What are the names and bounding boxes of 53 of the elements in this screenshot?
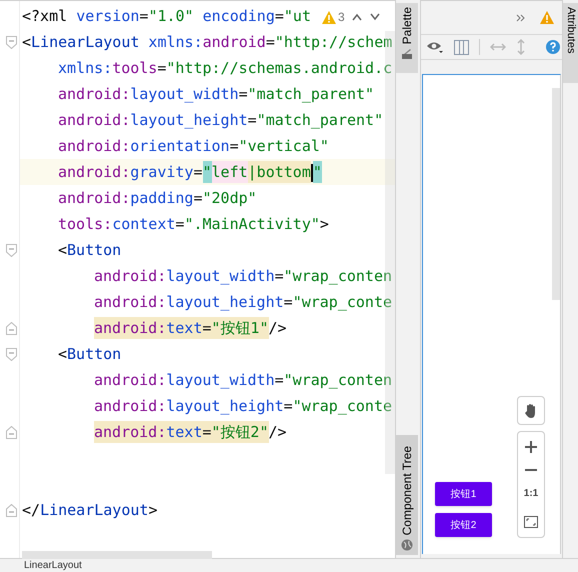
fold-icon[interactable]	[6, 348, 17, 361]
next-icon[interactable]	[368, 13, 381, 21]
columns-icon[interactable]	[454, 40, 469, 54]
code-line: xmlns:tools="http://schemas.android.c	[58, 58, 392, 79]
code-line: tools:context=".MainActivity">	[58, 214, 329, 235]
preview-button[interactable]: 按钮1	[435, 482, 492, 506]
fold-icon[interactable]	[6, 322, 17, 335]
globe-icon	[401, 539, 413, 551]
palette-icon	[401, 48, 413, 60]
code-line: android:orientation="vertical"	[58, 136, 329, 157]
canvas-scrollbar[interactable]	[552, 88, 560, 300]
fold-icon[interactable]	[6, 504, 17, 517]
fold-icon[interactable]	[6, 36, 17, 49]
component-tree-label: Component Tree	[399, 446, 415, 535]
code-line: <?xml version="1.0" encoding="ut	[22, 6, 311, 27]
attributes-label: Attributes	[564, 7, 577, 54]
text-caret	[310, 164, 313, 182]
warning-count: 3	[338, 9, 345, 26]
eye-icon[interactable]	[426, 40, 444, 54]
code-line: android:layout_width="wrap_conten	[94, 266, 392, 287]
code-line: android:layout_height="wrap_conte	[94, 292, 392, 313]
help-icon[interactable]	[546, 40, 560, 54]
code-line: android:layout_width="match_parent"	[58, 84, 374, 105]
code-line: android:padding="20dp"	[58, 188, 257, 209]
hand-icon	[524, 402, 538, 418]
code-line: android:layout_width="wrap_conten	[94, 370, 392, 391]
code-line: <LinearLayout xmlns:android="http://schem	[22, 32, 392, 53]
code-line: <Button	[58, 240, 122, 261]
code-line: android:text="按钮1"/>	[94, 316, 287, 340]
code-line: android:layout_height="wrap_conte	[94, 396, 392, 417]
code-line: <Button	[58, 344, 122, 365]
pan-button[interactable]	[517, 396, 545, 425]
actual-size-button[interactable]: 1:1	[524, 486, 538, 502]
code-line: android:gravity="left|bottom"	[58, 160, 322, 184]
warning-icon[interactable]	[540, 11, 554, 24]
horizontal-arrows-icon[interactable]	[490, 42, 506, 52]
zoom-out-icon[interactable]	[525, 468, 537, 472]
warning-icon[interactable]	[322, 10, 336, 24]
code-line: android:text="按钮2"/>	[94, 420, 287, 444]
fold-icon[interactable]	[6, 244, 17, 257]
fit-screen-icon[interactable]	[524, 516, 538, 528]
vertical-arrows-icon[interactable]	[516, 39, 526, 55]
horizontal-scrollbar[interactable]	[22, 551, 212, 559]
code-line: </LinearLayout>	[22, 500, 158, 521]
preview-button[interactable]: 按钮2	[435, 513, 492, 537]
zoom-in-icon[interactable]	[525, 441, 537, 454]
attributes-tab[interactable]: Attributes	[563, 3, 578, 83]
overflow-icon[interactable]	[516, 14, 526, 22]
previous-icon[interactable]	[350, 13, 363, 21]
breadcrumb[interactable]: LinearLayout	[24, 560, 82, 572]
fold-icon[interactable]	[6, 426, 17, 439]
palette-label: Palette	[399, 7, 415, 44]
code-line: android:layout_height="match_parent"	[58, 110, 384, 131]
